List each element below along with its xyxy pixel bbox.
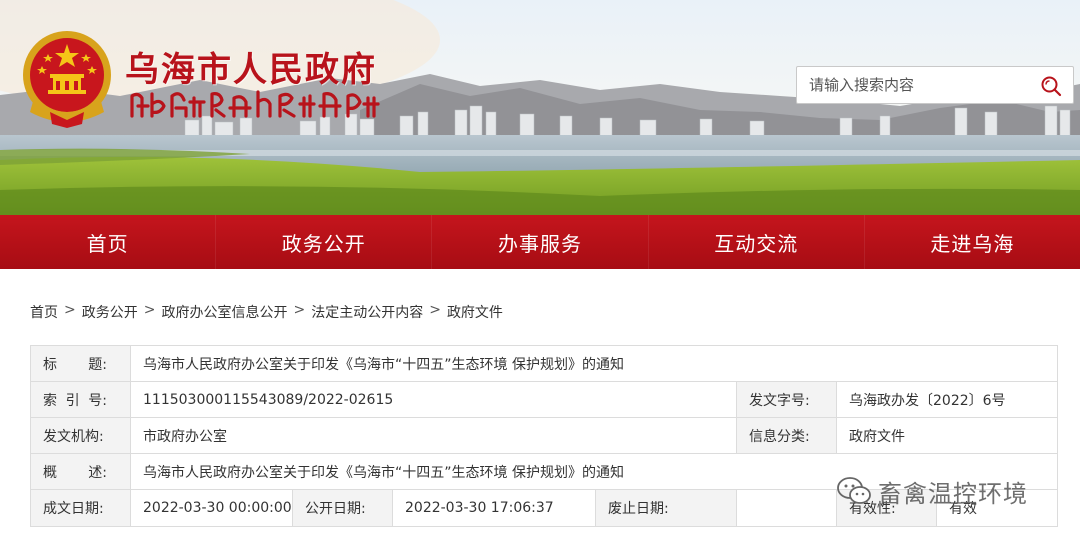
breadcrumb-separator: >: [293, 302, 306, 318]
breadcrumb-link-home[interactable]: 首页: [30, 302, 58, 322]
table-row: 索引号: 111503000115543089/2022-02615 发文字号:…: [30, 381, 1058, 418]
issuer-value: 市政府办公室: [130, 417, 737, 454]
nav-item-government-affairs[interactable]: 政务公开: [216, 215, 431, 269]
watermark-text: 畜禽温控环境: [878, 479, 1028, 508]
issuer-label: 发文机构:: [30, 417, 131, 454]
label-char: 标: [43, 356, 57, 373]
nav-item-services[interactable]: 办事服务: [432, 215, 647, 269]
breadcrumb-separator: >: [429, 302, 441, 318]
breadcrumb-link-government-affairs[interactable]: 政务公开: [82, 302, 138, 322]
breadcrumb-link-office-disclosure[interactable]: 政府办公室信息公开: [161, 302, 287, 322]
breadcrumb-separator: >: [64, 302, 76, 318]
nav-item-home[interactable]: 首页: [0, 215, 215, 269]
title-value: 乌海市人民政府办公室关于印发《乌海市“十四五”生态环境 保护规划》的通知: [130, 345, 1058, 382]
label-char: 引: [65, 392, 80, 409]
doc-number-value: 乌海政办发〔2022〕6号: [836, 381, 1058, 418]
repealed-date-label: 废止日期:: [595, 489, 737, 527]
created-date-label: 成文日期:: [30, 489, 131, 527]
breadcrumb: 首页 > 政务公开 > 政府办公室信息公开 > 法定主动公开内容 > 政府文件: [30, 302, 503, 322]
published-date-value: 2022-03-30 17:06:37: [392, 489, 596, 527]
breadcrumb-link-government-documents[interactable]: 政府文件: [447, 302, 503, 322]
breadcrumb-separator: >: [143, 302, 156, 318]
published-date-label: 公开日期:: [292, 489, 393, 527]
label-char: 索: [43, 392, 57, 409]
breadcrumb-link-statutory-content[interactable]: 法定主动公开内容: [311, 302, 423, 322]
category-value: 政府文件: [836, 417, 1058, 454]
nav-item-about-wuhai[interactable]: 走进乌海: [865, 215, 1080, 269]
summary-label: 概 述:: [30, 453, 131, 490]
nav-item-interaction[interactable]: 互动交流: [649, 215, 864, 269]
table-row: 标 题: 乌海市人民政府办公室关于印发《乌海市“十四五”生态环境 保护规划》的通知: [30, 345, 1058, 382]
doc-number-label: 发文字号:: [736, 381, 837, 418]
label-char: 号:: [88, 392, 107, 409]
label-char: 题:: [88, 356, 107, 373]
label-char: 述:: [88, 464, 107, 481]
main-nav: 首页 政务公开 办事服务 互动交流 走进乌海: [0, 215, 1080, 269]
index-value: 111503000115543089/2022-02615: [130, 381, 737, 418]
site-title: 乌海市人民政府: [125, 50, 377, 90]
index-label: 索引号:: [30, 381, 131, 418]
wechat-icon: [837, 477, 871, 504]
mongolian-site-title: [130, 90, 380, 118]
category-label: 信息分类:: [736, 417, 837, 454]
header-banner: 乌海市人民政府: [0, 0, 1080, 215]
label-char: 概: [43, 464, 57, 481]
table-row: 发文机构: 市政府办公室 信息分类: 政府文件: [30, 417, 1058, 454]
created-date-value: 2022-03-30 00:00:00: [130, 489, 293, 527]
search-box: [796, 66, 1074, 104]
national-emblem-icon: [23, 31, 111, 128]
search-icon[interactable]: [1039, 74, 1063, 98]
wechat-watermark: 畜禽温控环境: [836, 474, 1028, 508]
repealed-date-value: [736, 489, 837, 527]
search-input[interactable]: [797, 67, 1033, 103]
title-label: 标 题:: [30, 345, 131, 382]
